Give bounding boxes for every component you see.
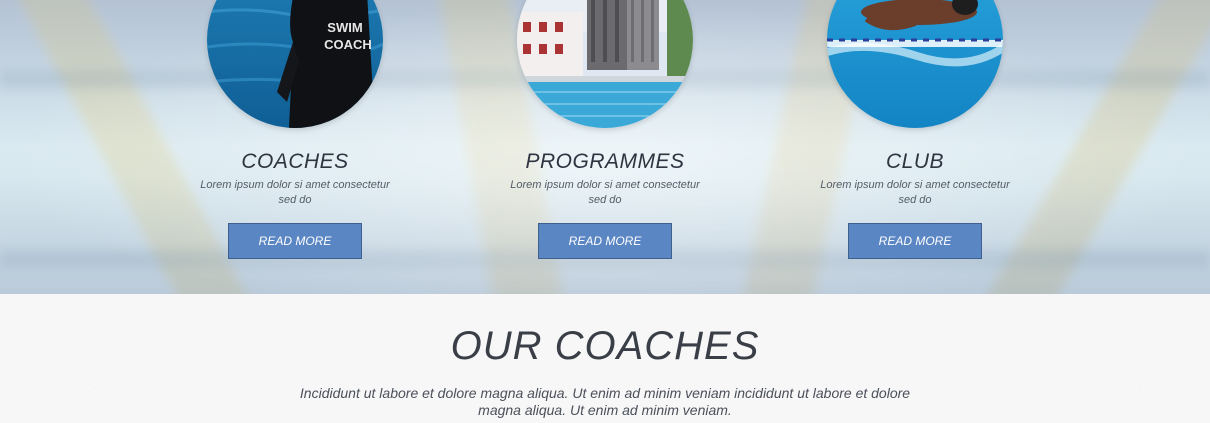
feature-description: Lorem ipsum dolor si amet consectetur se…: [820, 179, 1010, 206]
section-description: Incididunt ut labore et dolore magna ali…: [299, 385, 911, 418]
feature-title: COACHES: [241, 150, 349, 173]
read-more-button[interactable]: READ MORE: [538, 223, 672, 259]
read-more-button[interactable]: READ MORE: [848, 223, 982, 259]
read-more-button[interactable]: READ MORE: [228, 223, 362, 259]
feature-description: Lorem ipsum dolor si amet consectetur se…: [510, 179, 700, 206]
coach-text: COACH: [324, 37, 372, 52]
feature-title: CLUB: [885, 150, 945, 173]
feature-description: Lorem ipsum dolor si amet consectetur se…: [200, 179, 390, 206]
our-coaches-section: OUR COACHES Incididunt ut labore et dolo…: [0, 294, 1210, 423]
section-title: OUR COACHES: [450, 324, 760, 368]
hero-background: SWIM COACH COACHES Lorem ipsum dolor si …: [0, 0, 1210, 294]
feature-title: PROGRAMMES: [525, 150, 685, 173]
swim-text: SWIM: [327, 20, 362, 35]
